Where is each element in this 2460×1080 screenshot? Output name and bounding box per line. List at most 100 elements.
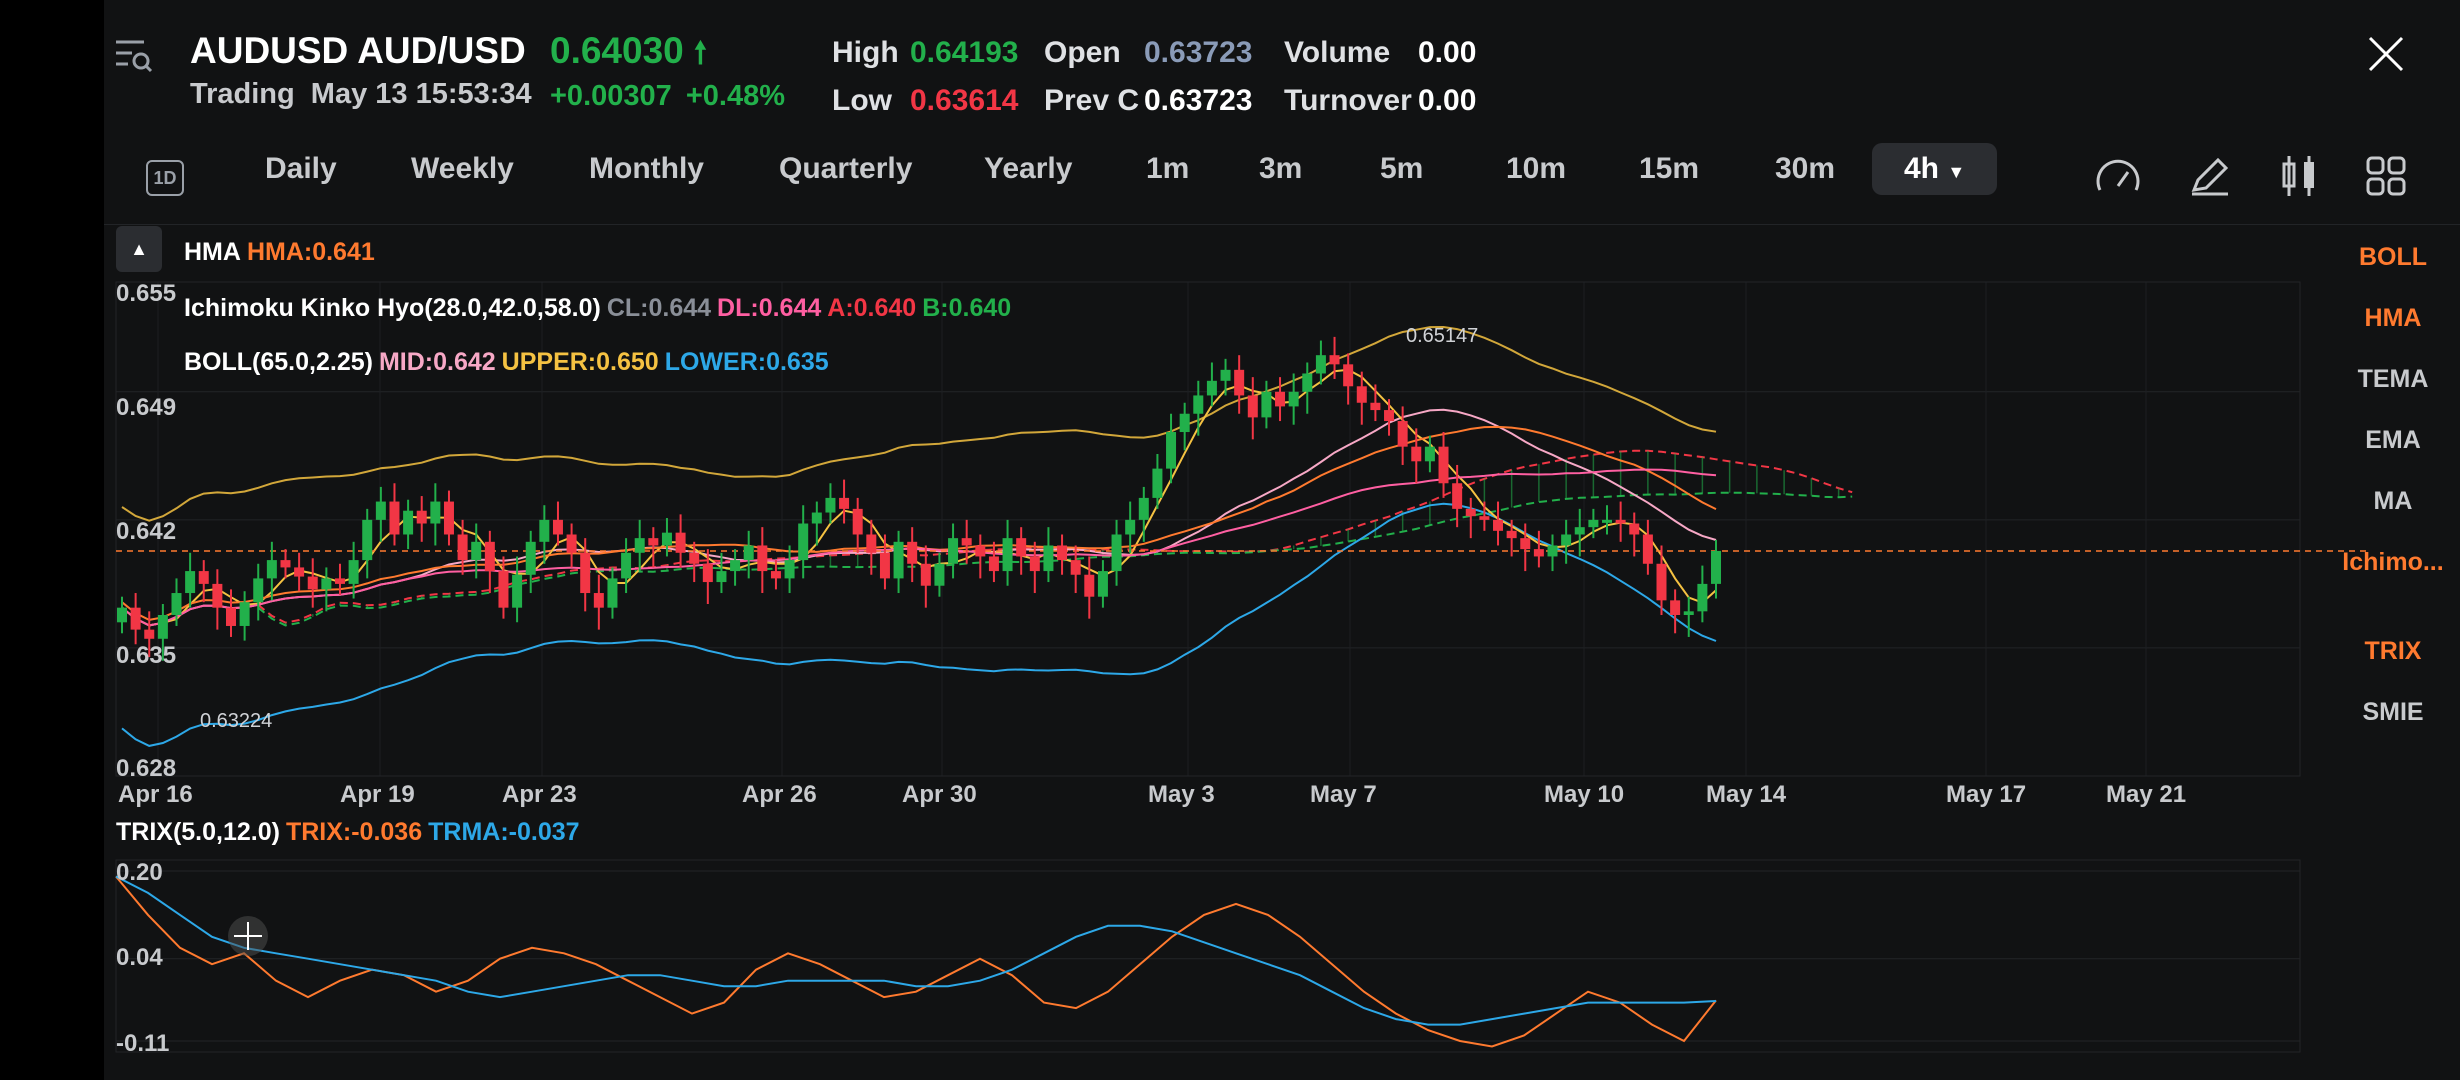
candle-body <box>852 508 863 535</box>
candle-body <box>443 501 454 535</box>
ichimoku-span-a <box>257 449 1853 624</box>
sidebar-item-tema[interactable]: TEMA <box>2326 365 2460 394</box>
candle-body <box>307 576 318 590</box>
candle-body <box>471 541 482 561</box>
candle-body <box>512 574 523 608</box>
sidebar-item-ema[interactable]: EMA <box>2326 426 2460 455</box>
candle-body <box>593 593 604 608</box>
candle-body <box>1670 600 1681 615</box>
candle-body <box>1070 560 1081 575</box>
candle-body <box>375 501 386 520</box>
candle-body <box>580 552 591 594</box>
x-tick-label: Apr 16 <box>118 781 193 808</box>
candle-body <box>1465 508 1476 517</box>
x-tick-label: May 14 <box>1706 781 1787 808</box>
candle-body <box>743 545 754 561</box>
candle-body <box>1206 380 1217 396</box>
ichimoku-cl: CL:0.644 <box>606 294 712 322</box>
candle-body <box>457 534 468 561</box>
candle-body <box>225 607 236 626</box>
trix-name: TRIX(5.0,12.0) <box>116 818 280 846</box>
candle-body <box>893 541 904 579</box>
candle-body <box>1356 386 1367 403</box>
candle-body <box>1615 519 1626 524</box>
candle-body <box>770 571 781 579</box>
candle-body <box>1602 519 1613 523</box>
candle-body <box>1547 545 1558 557</box>
collapse-button[interactable]: ▲ <box>116 226 162 272</box>
candle-body <box>1152 468 1163 498</box>
x-tick-label: Apr 19 <box>340 781 415 808</box>
candle-body <box>389 501 400 535</box>
candle-body <box>1424 446 1435 462</box>
hma-value: HMA:0.641 <box>246 238 375 266</box>
sidebar-item-smie[interactable]: SMIE <box>2326 698 2460 727</box>
candle-body <box>1343 364 1354 387</box>
candle-body <box>1220 369 1231 381</box>
candle-body <box>716 571 727 583</box>
candle-body <box>1315 355 1326 374</box>
candle-body <box>1193 395 1204 414</box>
candle-body <box>757 545 768 572</box>
candle-body <box>1683 611 1694 615</box>
candle-body <box>321 578 332 590</box>
candle-body <box>811 512 822 524</box>
candle-body <box>362 519 373 561</box>
x-tick-label: May 7 <box>1310 781 1377 808</box>
candle-body <box>294 567 305 577</box>
candle-body <box>1411 446 1422 462</box>
candle-body <box>484 541 495 572</box>
candle-body <box>1384 410 1395 422</box>
sidebar-item-trix[interactable]: TRIX <box>2326 637 2460 666</box>
candle-body <box>879 552 890 579</box>
candle-body <box>1288 391 1299 407</box>
candle-body <box>1166 432 1177 469</box>
ichimoku-a: A:0.640 <box>827 294 917 322</box>
y-tick-label: 0.635 <box>116 642 177 669</box>
boll-upper: UPPER:0.650 <box>501 348 659 376</box>
trix-y-tick: 0.04 <box>116 944 163 971</box>
boll-name: BOLL(65.0,2.25) <box>184 348 373 376</box>
candle-body <box>1588 519 1599 528</box>
boll-legend: BOLL(65.0,2.25) MID:0.642 UPPER:0.650 LOWER… <box>184 348 835 377</box>
x-tick-label: May 10 <box>1544 781 1625 808</box>
price-chart[interactable] <box>104 0 2460 1080</box>
candle-body <box>1275 391 1286 407</box>
candle-body <box>961 538 972 546</box>
chart-screen: AUDUSD AUD/USD 0.64030 🠕 Trading May 13 … <box>104 0 2460 1080</box>
sidebar-item-ma[interactable]: MA <box>2326 487 2460 516</box>
candle-body <box>1574 527 1585 535</box>
ichimoku-legend: Ichimoku Kinko Hyo(28.0,42.0,58.0) CL:0.6… <box>184 294 1017 323</box>
boll-lower: LOWER:0.635 <box>664 348 829 376</box>
sidebar-item-hma[interactable]: HMA <box>2326 304 2460 333</box>
candle-body <box>348 560 359 584</box>
sidebar-item-boll[interactable]: BOLL <box>2326 243 2460 272</box>
trma-value: TRMA:-0.037 <box>428 818 580 846</box>
trix-panel-border <box>115 859 2301 1053</box>
crosshair-icon[interactable] <box>228 916 268 956</box>
candle-body <box>157 614 168 639</box>
candle-body <box>1111 534 1122 572</box>
candle-body <box>403 510 414 535</box>
candle-body <box>1016 538 1027 557</box>
candle-body <box>975 545 986 557</box>
candle-body <box>416 510 427 524</box>
y-tick-label: 0.628 <box>116 755 177 782</box>
candle-body <box>784 560 795 579</box>
candle-body <box>621 552 632 579</box>
candle-body <box>1002 538 1013 572</box>
candle-body <box>1697 583 1708 612</box>
candle-body <box>1642 534 1653 564</box>
hma-name: HMA <box>184 238 241 266</box>
candle-body <box>117 607 127 623</box>
candle-body <box>661 532 672 546</box>
candle-body <box>1125 519 1136 535</box>
candle-body <box>839 497 850 509</box>
candle-body <box>1397 421 1408 447</box>
candle-body <box>1329 355 1340 365</box>
boll-mid: MID:0.642 <box>378 348 496 376</box>
ichimoku-b: B:0.640 <box>922 294 1012 322</box>
candle-body <box>689 552 700 564</box>
sidebar-item-ichimoku[interactable]: Ichimo... <box>2326 548 2460 577</box>
hma-legend: HMA HMA:0.641 <box>184 238 381 267</box>
